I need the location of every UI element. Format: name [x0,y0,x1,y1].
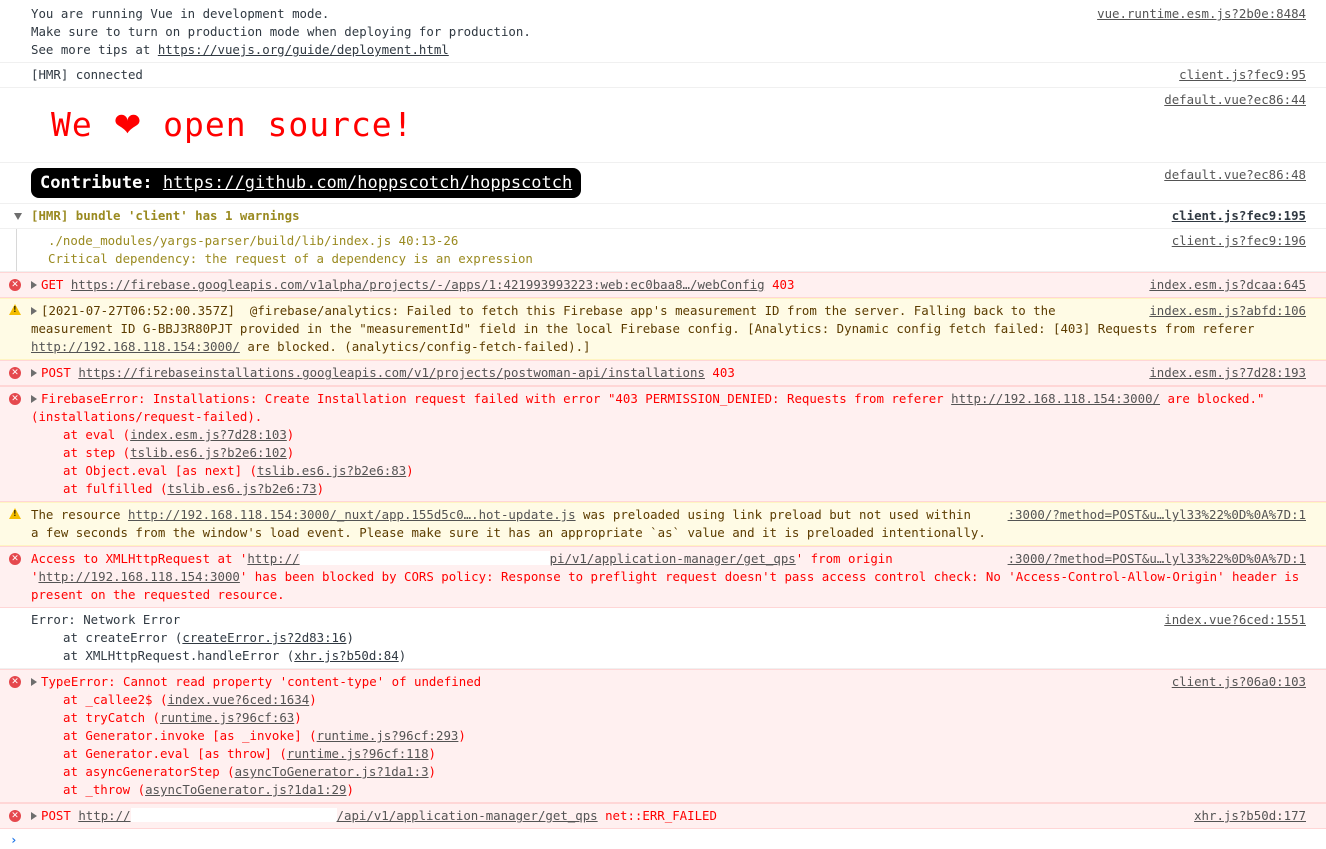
console-group-child: client.js?fec9:196 ./node_modules/yargs-… [0,229,1326,272]
stack-frame: at XMLHttpRequest.handleError (xhr.js?b5… [63,648,407,663]
request-url-link[interactable]: https://firebaseinstallations.googleapis… [78,365,705,380]
message-text: ./node_modules/yargs-parser/build/lib/in… [48,233,533,266]
source-link[interactable]: client.js?fec9:95 [1175,66,1306,84]
stack-frame: at asyncGeneratorStep (asyncToGenerator.… [63,764,437,779]
source-link[interactable]: vue.runtime.esm.js?2b0e:8484 [1093,5,1306,23]
stack-frame-link[interactable]: asyncToGenerator.js?1da1:3 [235,764,429,779]
stack-frame: at tryCatch (runtime.js?96cf:63) [63,710,302,725]
stack-frame-link[interactable]: runtime.js?96cf:63 [160,710,294,725]
warning-icon [9,508,21,519]
source-link[interactable]: index.esm.js?dcaa:645 [1145,276,1306,294]
source-link[interactable]: index.esm.js?abfd:106 [1145,302,1306,320]
source-link[interactable]: client.js?fec9:195 [1168,207,1306,225]
console-warning-preload: :3000/?method=POST&u…lyl33%22%0D%0A%7D:1… [0,502,1326,546]
console-prompt[interactable]: › [0,829,1326,849]
stack-frame: at createError (createError.js?2d83:16) [63,630,354,645]
message-text: [2021-07-27T06:52:00.357Z] @firebase/ana… [31,303,1262,354]
message-text: POST http:///api/v1/application-manager/… [31,808,717,823]
redacted-block [130,808,337,822]
stack-frame-link[interactable]: runtime.js?96cf:118 [287,746,429,761]
stack-frame: at _callee2$ (index.vue?6ced:1634) [63,692,317,707]
stack-frame: at _throw (asyncToGenerator.js?1da1:29) [63,782,354,797]
console-warning-analytics: index.esm.js?abfd:106 [2021-07-27T06:52:… [0,298,1326,360]
request-url-link[interactable]: https://firebase.googleapis.com/v1alpha/… [71,277,765,292]
stack-frame-link[interactable]: xhr.js?b50d:84 [294,648,398,663]
console-message-network-error: index.vue?6ced:1551 Error: Network Error… [0,608,1326,669]
stack-frame-link[interactable]: tslib.es6.js?b2e6:83 [257,463,406,478]
expand-triangle-icon[interactable] [31,281,37,289]
request-url-link[interactable]: http://pi/v1/application-manager/get_qps [247,551,796,566]
console-message-hmr-connected: client.js?fec9:95 [HMR] connected [0,63,1326,88]
warning-icon [9,304,21,315]
error-icon: ✕ [9,810,21,822]
message-text: TypeError: Cannot read property 'content… [31,673,1306,799]
console-error-post-get-qps: ✕ xhr.js?b50d:177 POST http:///api/v1/ap… [0,803,1326,829]
expand-triangle-icon[interactable] [31,812,37,820]
expand-triangle-icon[interactable] [31,369,37,377]
referer-link[interactable]: http://192.168.118.154:3000/ [31,339,240,354]
referer-link[interactable]: http://192.168.118.154:3000/ [951,391,1160,406]
source-link[interactable]: client.js?fec9:196 [1168,232,1306,250]
stack-frame: at step (tslib.es6.js?b2e6:102) [63,445,295,460]
resource-link[interactable]: http://192.168.118.154:3000/_nuxt/app.15… [128,507,576,522]
redacted-block [299,551,550,565]
prompt-chevron-icon: › [10,832,18,847]
source-link[interactable]: client.js?06a0:103 [1167,673,1306,691]
error-icon: ✕ [9,676,21,688]
console-message-contribute: default.vue?ec86:48 Contribute: https://… [0,163,1326,204]
origin-link[interactable]: http://192.168.118.154:3000 [38,569,239,584]
expand-triangle-icon[interactable] [31,678,37,686]
message-text: Error: Network Error at createError (cre… [31,611,1306,665]
stack-frame-link[interactable]: index.esm.js?7d28:103 [130,427,287,442]
request-url-link[interactable]: http:///api/v1/application-manager/get_q… [78,808,598,823]
stack-frame-link[interactable]: runtime.js?96cf:293 [317,728,459,743]
source-link[interactable]: :3000/?method=POST&u…lyl33%22%0D%0A%7D:1 [1003,550,1306,568]
heart-icon: ❤ [113,105,143,144]
console-message-open-source: default.vue?ec86:44 We ❤ open source! [0,88,1326,163]
stack-frame: at eval (index.esm.js?7d28:103) [63,427,295,442]
stack-frame-link[interactable]: tslib.es6.js?b2e6:102 [130,445,287,460]
error-icon: ✕ [9,367,21,379]
stack-frame-link[interactable]: asyncToGenerator.js?1da1:29 [145,782,346,797]
source-link[interactable]: default.vue?ec86:44 [1160,91,1306,109]
source-link[interactable]: index.vue?6ced:1551 [1160,611,1306,629]
console-message-vue-dev: vue.runtime.esm.js?2b0e:8484 You are run… [0,0,1326,63]
devtools-console: vue.runtime.esm.js?2b0e:8484 You are run… [0,0,1326,849]
source-link[interactable]: :3000/?method=POST&u…lyl33%22%0D%0A%7D:1 [1003,506,1306,524]
deployment-guide-link[interactable]: https://vuejs.org/guide/deployment.html [158,42,449,57]
stack-frame-link[interactable]: tslib.es6.js?b2e6:73 [167,481,316,496]
console-error-type-error: ✕ client.js?06a0:103 TypeError: Cannot r… [0,669,1326,803]
expand-triangle-icon[interactable] [31,395,37,403]
stack-frame-link[interactable]: index.vue?6ced:1634 [167,692,309,707]
console-error-get-webconfig: ✕ index.esm.js?dcaa:645 GET https://fire… [0,272,1326,298]
stack-frame-link[interactable]: createError.js?2d83:16 [182,630,346,645]
contribute-badge: Contribute: https://github.com/hoppscotc… [31,168,582,198]
message-text: FirebaseError: Installations: Create Ins… [31,390,1306,498]
collapse-triangle-icon[interactable] [14,213,22,220]
source-link[interactable]: default.vue?ec86:48 [1160,166,1306,184]
error-icon: ✕ [9,279,21,291]
console-error-post-installations: ✕ index.esm.js?7d28:193 POST https://fir… [0,360,1326,386]
console-error-firebase: ✕ FirebaseError: Installations: Create I… [0,386,1326,502]
stack-frame: at Generator.eval [as throw] (runtime.js… [63,746,437,761]
message-text: POST https://firebaseinstallations.googl… [31,365,735,380]
console-error-cors: ✕ :3000/?method=POST&u…lyl33%22%0D%0A%7D… [0,546,1326,608]
error-icon: ✕ [9,393,21,405]
group-indent-line [16,229,17,271]
error-icon: ✕ [9,553,21,565]
message-text: GET https://firebase.googleapis.com/v1al… [31,277,794,292]
console-group-hmr-warnings[interactable]: client.js?fec9:195 [HMR] bundle 'client'… [0,204,1326,229]
message-text: [HMR] connected [31,67,143,82]
expand-triangle-icon[interactable] [31,307,37,315]
open-source-banner: We ❤ open source! [51,105,414,144]
stack-frame: at Generator.invoke [as _invoke] (runtim… [63,728,466,743]
stack-frame: at Object.eval [as next] (tslib.es6.js?b… [63,463,414,478]
stack-frame: at fulfilled (tslib.es6.js?b2e6:73) [63,481,325,496]
github-link[interactable]: https://github.com/hoppscotch/hoppscotch [163,173,572,193]
source-link[interactable]: xhr.js?b50d:177 [1190,807,1306,825]
group-title: [HMR] bundle 'client' has 1 warnings [31,208,300,223]
source-link[interactable]: index.esm.js?7d28:193 [1145,364,1306,382]
